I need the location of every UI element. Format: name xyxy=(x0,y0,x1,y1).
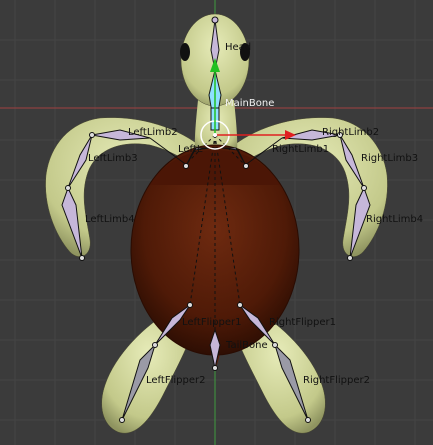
left-eye xyxy=(180,43,190,61)
label-left-flipper1: LeftFlipper1 xyxy=(182,317,241,328)
label-tail-bone: TailBone xyxy=(225,340,268,351)
label-right-limb2: RightLimb2 xyxy=(322,127,379,138)
label-left-limb3: LeftLimb3 xyxy=(88,153,138,164)
label-right-limb3: RightLimb3 xyxy=(361,153,418,164)
label-head: Head xyxy=(225,42,251,53)
label-main-bone: MainBone xyxy=(225,98,274,109)
label-right-flipper1: RightFlipper1 xyxy=(269,317,336,328)
3d-viewport[interactable]: Head MainBone LeftL LeftLimb2 LeftLimb3 … xyxy=(0,0,433,445)
label-left-flipper2: LeftFlipper2 xyxy=(146,375,205,386)
label-left-limb4: LeftLimb4 xyxy=(85,214,135,225)
label-left-limb1: LeftL xyxy=(178,144,203,155)
label-left-limb2: LeftLimb2 xyxy=(128,127,178,138)
label-right-flipper2: RightFlipper2 xyxy=(303,375,370,386)
viewport-canvas[interactable]: Head MainBone LeftL LeftLimb2 LeftLimb3 … xyxy=(0,0,433,445)
label-right-limb1: RightLimb1 xyxy=(272,144,329,155)
label-right-limb4: RightLimb4 xyxy=(366,214,423,225)
